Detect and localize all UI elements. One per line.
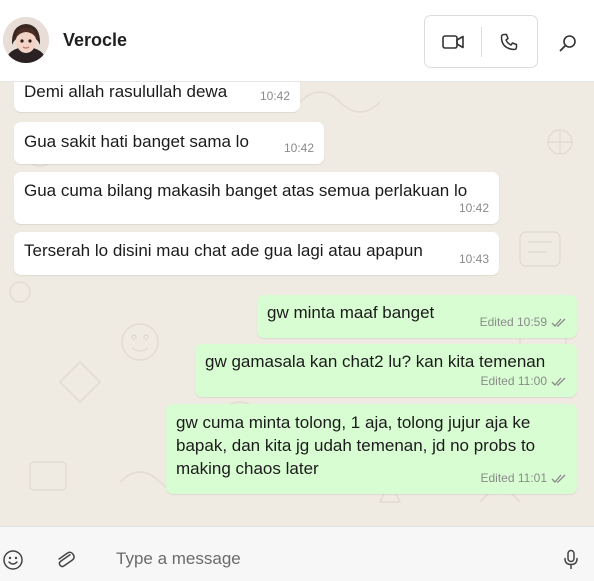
message-timestamp: 10:43 [459, 248, 489, 271]
message-time: Edited 11:01 [480, 471, 548, 485]
message-timestamp: 10:42 [284, 137, 314, 160]
message-text: Gua cuma bilang makasih banget atas semu… [24, 181, 468, 200]
video-camera-icon [441, 34, 464, 49]
avatar[interactable] [3, 17, 49, 63]
chat-header: Verocle [0, 0, 594, 82]
search-icon [559, 35, 576, 52]
microphone-icon [564, 549, 578, 569]
emoji-icon [3, 550, 23, 570]
read-checkmarks-icon [551, 377, 566, 386]
microphone-button[interactable] [558, 547, 584, 573]
read-checkmarks-icon [551, 474, 566, 483]
message-incoming[interactable]: Gua cuma bilang makasih banget atas semu… [14, 172, 499, 224]
video-call-button[interactable] [425, 16, 481, 67]
message-timestamp: Edited 11:00 [481, 370, 568, 393]
message-time: Edited 10:59 [479, 315, 547, 329]
attach-button[interactable] [52, 547, 78, 573]
message-outgoing[interactable]: gw minta maaf banget Edited 10:59 [257, 295, 577, 338]
message-time: 10:42 [458, 201, 489, 215]
contact-name[interactable]: Verocle [63, 30, 127, 51]
message-timestamp: Edited 10:59 [480, 311, 567, 334]
message-time: Edited 11:00 [480, 374, 548, 388]
message-text: Terserah lo disini mau chat ade gua lagi… [24, 241, 423, 260]
message-incoming[interactable]: Terserah lo disini mau chat ade gua lagi… [14, 232, 499, 275]
message-list[interactable]: Demi allah rasulullah dewa 10:42 Gua sak… [0, 82, 594, 526]
message-incoming[interactable]: Demi allah rasulullah dewa 10:42 [14, 82, 300, 112]
message-incoming[interactable]: Gua sakit hati banget sama lo 10:42 [14, 122, 324, 164]
message-line: bapak, dan kita jg udah temenan, jd no p… [176, 436, 536, 455]
message-timestamp: Edited 11:01 [481, 467, 568, 490]
voice-call-button[interactable] [481, 16, 537, 67]
phone-icon [500, 33, 518, 50]
message-timestamp: 10:42 [459, 197, 489, 220]
emoji-button[interactable] [0, 547, 26, 573]
message-text: Demi allah rasulullah dewa [24, 82, 228, 101]
message-time: 10:42 [283, 141, 314, 155]
message-input[interactable] [116, 547, 516, 571]
message-time: 10:43 [458, 252, 489, 266]
read-checkmarks-icon [551, 318, 566, 327]
message-outgoing[interactable]: gw gamasala kan chat2 lu? kan kita temen… [195, 344, 577, 397]
message-time: 10:42 [259, 89, 290, 103]
message-text: gw minta maaf banget [267, 303, 435, 322]
message-timestamp: 10:42 [260, 85, 290, 108]
call-buttons-group [424, 15, 538, 68]
message-line: gw cuma minta tolong, 1 aja, tolong juju… [176, 413, 531, 432]
message-composer [0, 526, 594, 581]
search-button[interactable] [553, 28, 583, 58]
message-text: Gua sakit hati banget sama lo [24, 132, 249, 151]
message-outgoing[interactable]: gw cuma minta tolong, 1 aja, tolong juju… [166, 404, 577, 494]
paperclip-icon [58, 551, 75, 568]
